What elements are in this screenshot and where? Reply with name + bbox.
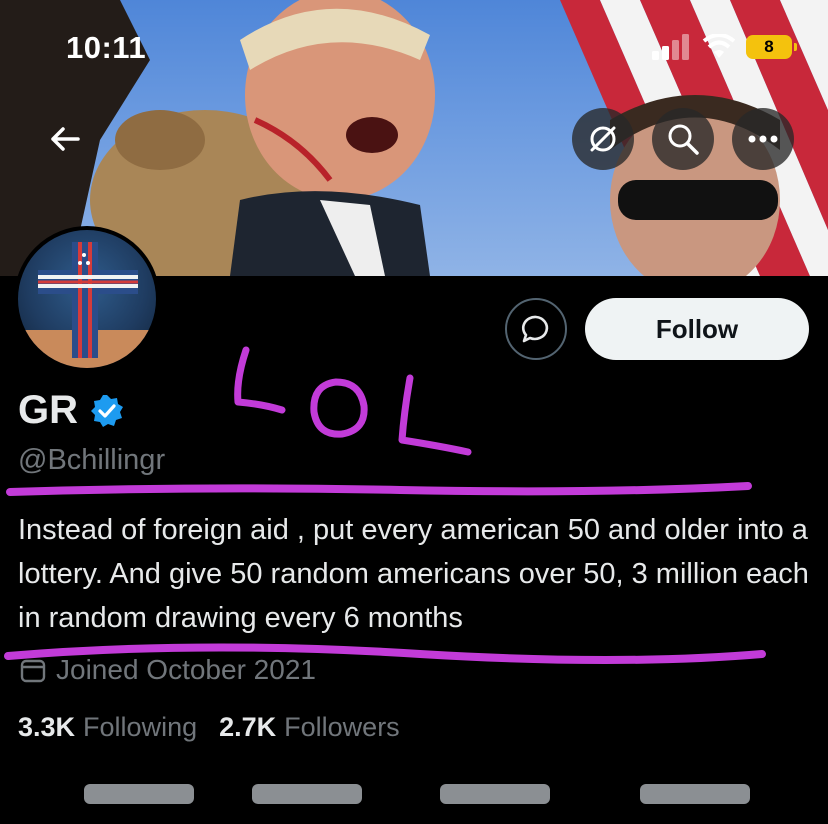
more-options-button[interactable] — [732, 108, 794, 170]
underline-handle — [6, 482, 752, 496]
cellular-signal-icon — [652, 34, 689, 60]
tab-posts[interactable] — [84, 784, 194, 804]
more-icon — [748, 135, 778, 143]
wifi-icon — [702, 34, 736, 58]
followers-label: Followers — [284, 712, 400, 742]
following-label: Following — [83, 712, 198, 742]
following-count: 3.3K — [18, 712, 76, 742]
annotation-letter-l — [234, 346, 286, 414]
search-icon — [668, 124, 699, 155]
tab-photos[interactable] — [640, 784, 750, 804]
followers-link[interactable]: 2.7K Followers — [219, 712, 400, 743]
profile-banner[interactable]: 10:11 8 — [0, 0, 828, 276]
profile-name-row: GR — [18, 388, 124, 433]
verified-badge-icon[interactable] — [90, 394, 124, 428]
arrow-left-icon — [51, 127, 80, 151]
joined-date: Joined October 2021 — [20, 654, 316, 686]
grok-button[interactable] — [572, 108, 634, 170]
annotation-letter-o — [310, 378, 368, 438]
search-button[interactable] — [652, 108, 714, 170]
calendar-icon — [20, 659, 46, 683]
message-bubble-icon — [521, 315, 549, 343]
cross-flag-avatar-image — [18, 242, 156, 368]
profile-avatar[interactable] — [14, 226, 160, 372]
followers-count: 2.7K — [219, 712, 277, 742]
status-icons: 8 — [652, 34, 797, 60]
status-time: 10:11 — [66, 30, 147, 65]
tab-replies[interactable] — [252, 784, 362, 804]
battery-indicator: 8 — [746, 35, 797, 59]
display-name: GR — [18, 388, 78, 432]
annotation-letter-l-2 — [398, 374, 472, 456]
follow-stats: 3.3K Following 2.7K Followers — [18, 712, 400, 743]
grok-icon — [590, 126, 616, 152]
tab-videos[interactable] — [440, 784, 550, 804]
profile-tabs — [0, 784, 828, 824]
message-button[interactable] — [505, 298, 567, 360]
following-link[interactable]: 3.3K Following — [18, 712, 197, 743]
joined-text: Joined October 2021 — [56, 654, 316, 685]
back-button[interactable] — [36, 110, 94, 168]
user-handle: @Bchillingr — [18, 444, 166, 476]
follow-button[interactable]: Follow — [585, 298, 809, 360]
profile-bio: Instead of foreign aid , put every ameri… — [18, 514, 809, 634]
